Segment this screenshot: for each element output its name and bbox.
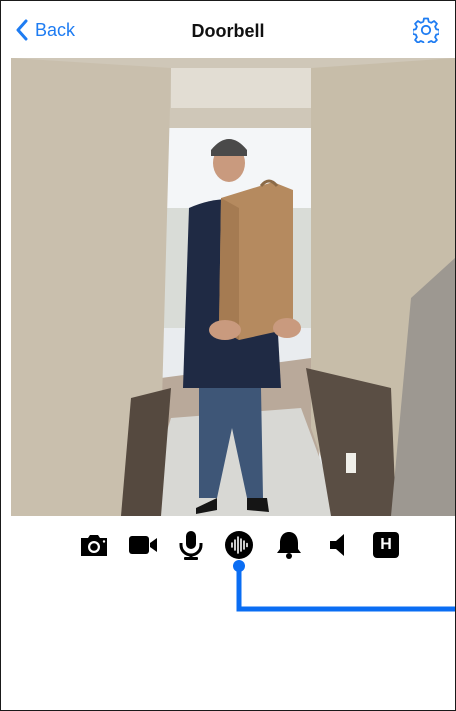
camera-toolbar: H	[1, 527, 455, 567]
page-title: Doorbell	[191, 21, 265, 41]
hd-button[interactable]: H	[370, 527, 402, 563]
video-camera-icon	[129, 536, 157, 554]
microphone-icon	[179, 531, 203, 560]
nav-bar: Back Doorbell	[1, 1, 455, 57]
gear-icon[interactable]	[411, 17, 441, 47]
snapshot-button[interactable]	[78, 527, 110, 563]
speaker-button[interactable]	[322, 527, 354, 563]
doorbell-camera-image	[11, 58, 455, 516]
bell-icon	[277, 532, 301, 559]
speaker-icon	[330, 534, 344, 556]
hd-icon: H	[373, 532, 399, 558]
microphone-button[interactable]	[175, 527, 207, 563]
record-button[interactable]	[127, 527, 159, 563]
camera-feed[interactable]	[11, 58, 455, 516]
camera-icon	[81, 535, 107, 556]
alert-button[interactable]	[273, 527, 305, 563]
sound-wave-icon	[225, 531, 253, 559]
app-frame: Back Doorbell H	[0, 0, 456, 711]
voice-button[interactable]	[223, 527, 255, 563]
